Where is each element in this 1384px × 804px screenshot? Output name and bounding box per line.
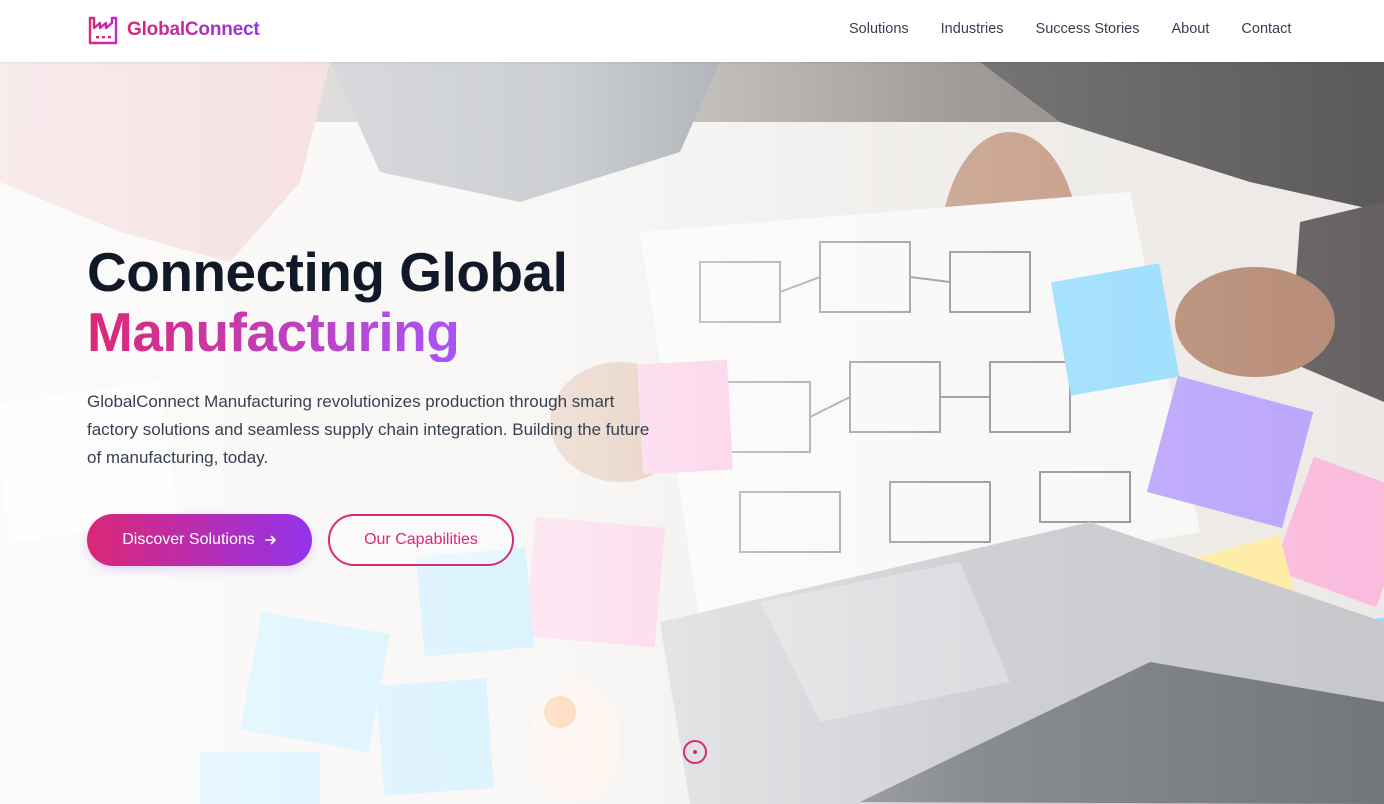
nav-item-success-stories[interactable]: Success Stories xyxy=(1036,21,1140,37)
hero-title-line-1: Connecting Global xyxy=(87,241,568,303)
our-capabilities-button[interactable]: Our Capabilities xyxy=(328,514,514,566)
brand-logo-link[interactable]: GlobalConnect xyxy=(87,14,260,46)
main-nav: Solutions Industries Success Stories Abo… xyxy=(849,21,1291,37)
arrow-right-icon xyxy=(264,535,276,545)
our-capabilities-label: Our Capabilities xyxy=(364,531,478,548)
nav-item-industries[interactable]: Industries xyxy=(941,21,1004,37)
factory-icon xyxy=(88,16,118,45)
scroll-down-icon[interactable] xyxy=(683,740,707,764)
discover-solutions-label: Discover Solutions xyxy=(122,531,255,548)
hero-title: Connecting Global Manufacturing xyxy=(87,242,687,362)
discover-solutions-button[interactable]: Discover Solutions xyxy=(87,514,312,566)
nav-item-contact[interactable]: Contact xyxy=(1241,21,1291,37)
site-header: GlobalConnect Solutions Industries Succe… xyxy=(0,0,1384,62)
nav-item-about[interactable]: About xyxy=(1172,21,1210,37)
hero-description: GlobalConnect Manufacturing revolutioniz… xyxy=(87,392,650,467)
hero-content: Connecting Global Manufacturing GlobalCo… xyxy=(87,242,687,566)
brand-name: GlobalConnect xyxy=(127,19,260,40)
nav-item-solutions[interactable]: Solutions xyxy=(849,21,909,37)
hero-section: Connecting Global Manufacturing GlobalCo… xyxy=(0,62,1384,804)
hero-title-line-2: Manufacturing xyxy=(87,301,460,363)
hero-buttons: Discover Solutions Our Capabilities xyxy=(87,514,687,566)
